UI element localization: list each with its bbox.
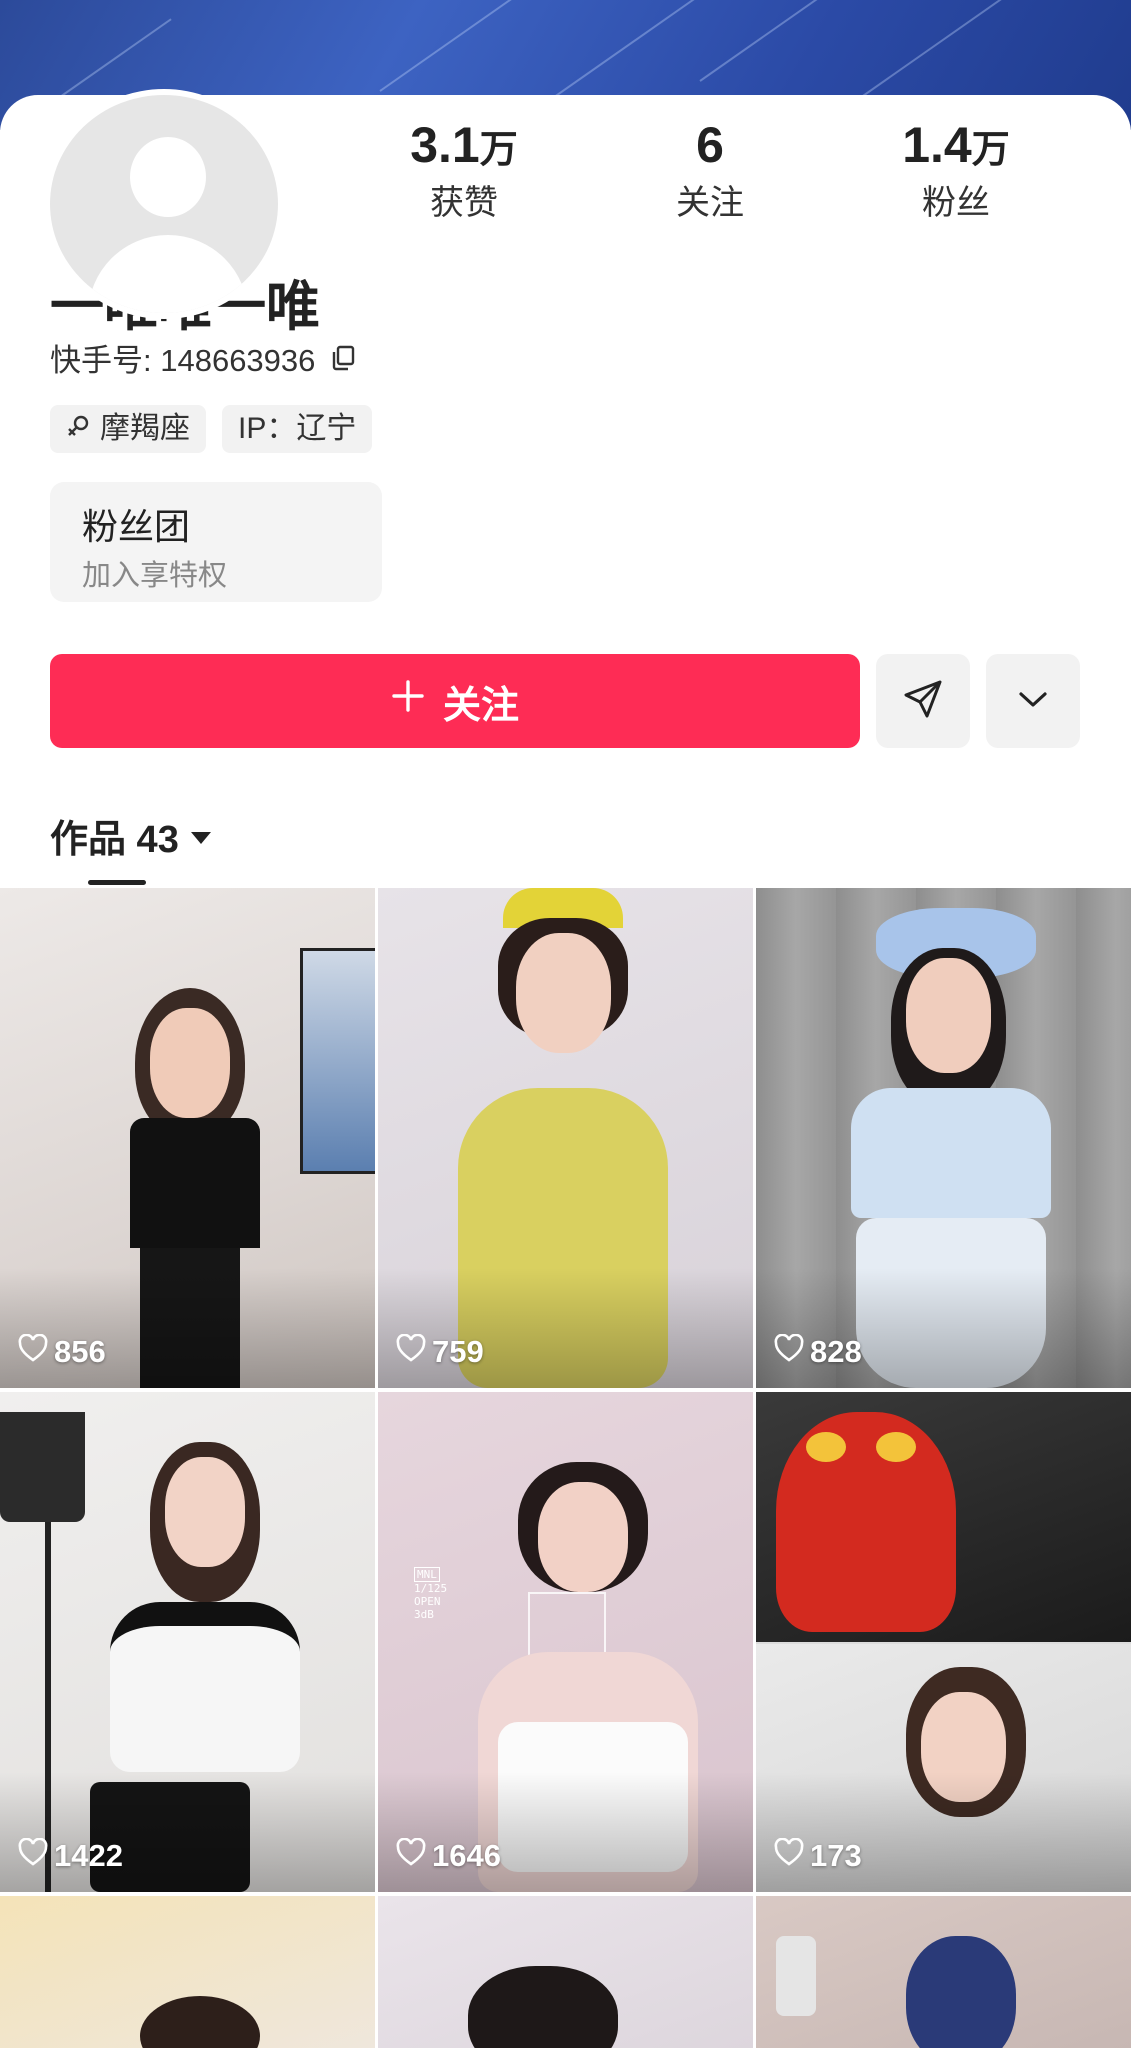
kuaishou-id: 快手号: 148663936	[50, 335, 357, 380]
gender-female-icon	[66, 405, 92, 453]
heart-icon	[18, 1333, 48, 1370]
video-thumbnail[interactable]: MNL 1/125 OPEN 3dB 1646	[378, 1392, 753, 1892]
stat-likes-unit: 万	[479, 129, 518, 171]
stat-following-label: 关注	[676, 184, 744, 222]
fan-club-card[interactable]: 粉丝团 加入享特权	[50, 482, 382, 602]
stat-followers-label: 粉丝	[922, 184, 990, 222]
video-likes: 1646	[396, 1837, 501, 1874]
stat-likes-label: 获赞	[430, 184, 498, 222]
heart-icon	[774, 1837, 804, 1874]
video-likes: 856	[18, 1333, 106, 1370]
tab-works-label: 作品 43	[50, 819, 179, 861]
video-thumbnail[interactable]: 828	[756, 888, 1131, 1388]
follow-button-label: 关注	[442, 684, 519, 727]
camera-readout: MNL 1/125 OPEN 3dB	[414, 1567, 447, 1621]
stat-followers-value: 1.4	[902, 117, 972, 173]
camera-readout-aperture: OPEN	[414, 1595, 441, 1608]
video-likes-count: 1646	[432, 1838, 501, 1873]
stat-likes-value: 3.1	[410, 117, 480, 173]
more-button[interactable]	[986, 654, 1080, 748]
profile-tags: 摩羯座 IP：辽宁	[50, 405, 373, 453]
stat-followers[interactable]: 1.4万 粉丝	[856, 115, 1056, 226]
video-likes-count: 173	[810, 1838, 862, 1873]
follow-button[interactable]: 关注	[50, 654, 860, 748]
heart-icon	[396, 1837, 426, 1874]
tag-ip-location: IP：辽宁	[222, 405, 373, 453]
kuaishou-id-text: 快手号: 148663936	[50, 343, 316, 378]
plus-icon	[391, 679, 425, 723]
tab-works[interactable]: 作品 43	[50, 808, 213, 863]
send-icon	[901, 677, 945, 726]
stat-following[interactable]: 6 关注	[610, 115, 810, 226]
video-likes: 759	[396, 1333, 484, 1370]
video-thumbnail[interactable]	[0, 1896, 375, 2048]
video-thumbnail[interactable]: 759	[378, 888, 753, 1388]
stat-following-value: 6	[696, 117, 724, 173]
video-likes-count: 759	[432, 1334, 484, 1369]
video-likes: 1422	[18, 1837, 123, 1874]
camera-readout-shutter: 1/125	[414, 1582, 448, 1595]
video-likes-count: 856	[54, 1334, 106, 1369]
video-thumbnail[interactable]: 173	[756, 1392, 1131, 1892]
copy-icon[interactable]	[329, 344, 357, 372]
avatar[interactable]	[44, 89, 284, 319]
chevron-down-icon	[1015, 681, 1051, 722]
camera-readout-mode: MNL	[414, 1567, 440, 1582]
tag-zodiac-label: 摩羯座	[100, 412, 190, 445]
video-thumbnail[interactable]	[378, 1896, 753, 2048]
video-thumbnail[interactable]: 856	[0, 888, 375, 1388]
heart-icon	[774, 1333, 804, 1370]
tag-zodiac[interactable]: 摩羯座	[50, 405, 206, 453]
video-likes: 828	[774, 1333, 862, 1370]
video-likes-count: 1422	[54, 1838, 123, 1873]
heart-icon	[18, 1837, 48, 1874]
tab-works-indicator	[88, 880, 146, 885]
fan-club-title: 粉丝团	[82, 506, 191, 547]
video-likes-count: 828	[810, 1334, 862, 1369]
caret-down-icon	[189, 814, 213, 857]
heart-icon	[396, 1333, 426, 1370]
tag-ip-label: IP：辽宁	[238, 412, 357, 445]
video-thumbnail[interactable]: 1422	[0, 1392, 375, 1892]
stat-likes[interactable]: 3.1万 获赞	[364, 115, 564, 226]
fan-club-subtitle: 加入享特权	[82, 560, 228, 592]
video-thumbnail[interactable]	[756, 1896, 1131, 2048]
share-button[interactable]	[876, 654, 970, 748]
stat-followers-unit: 万	[971, 129, 1010, 171]
camera-readout-gain: 3dB	[414, 1608, 434, 1621]
video-likes: 173	[774, 1837, 862, 1874]
